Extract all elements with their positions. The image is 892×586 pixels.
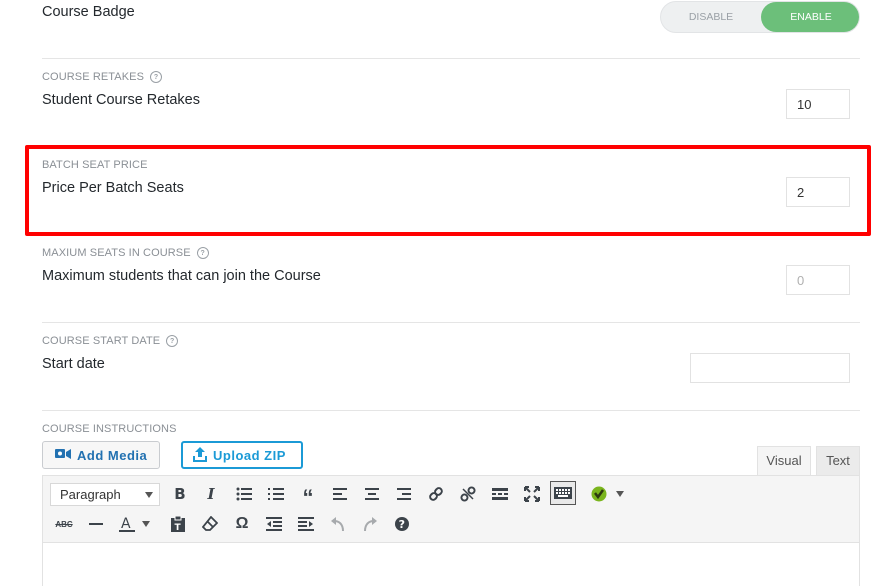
max-seats-row: MAXIUM SEATS IN COURSE? Maximum students… [42, 246, 860, 284]
indent-icon[interactable] [295, 513, 317, 535]
start-date-input[interactable] [690, 353, 850, 383]
course-instructions-row: COURSE INSTRUCTIONS [42, 422, 860, 436]
bold-icon[interactable]: B [169, 483, 191, 505]
add-media-button[interactable]: Add Media [42, 441, 160, 469]
blockquote-icon[interactable]: “ [297, 483, 319, 509]
align-left-icon[interactable] [329, 483, 351, 505]
editor-content[interactable] [43, 542, 859, 586]
italic-icon[interactable]: I [200, 483, 222, 505]
course-retakes-row: COURSE RETAKES? Student Course Retakes [42, 70, 860, 108]
toggle-disable[interactable]: DISABLE [661, 2, 761, 32]
horizontal-line-icon[interactable] [85, 513, 107, 535]
max-seats-input[interactable]: 0 [786, 265, 850, 295]
unlink-icon[interactable] [457, 483, 479, 505]
plugin-check-icon[interactable] [588, 483, 610, 505]
text-color-icon[interactable]: A [117, 513, 137, 535]
format-select-value: Paragraph [60, 487, 121, 502]
read-more-icon[interactable] [489, 483, 511, 505]
svg-text:T: T [175, 523, 182, 532]
upload-zip-button[interactable]: Upload ZIP [181, 441, 303, 469]
bullet-list-icon[interactable] [233, 483, 255, 505]
highlight-box [25, 145, 871, 236]
toolbar-toggle-icon[interactable] [550, 481, 576, 505]
divider [42, 58, 860, 59]
help-icon[interactable]: ? [150, 71, 163, 83]
chevron-down-icon[interactable] [139, 513, 153, 535]
upload-icon [193, 446, 207, 465]
help-icon[interactable]: ? [166, 335, 179, 347]
chevron-down-icon[interactable] [613, 483, 627, 505]
divider [42, 410, 860, 411]
course-instructions-label: COURSE INSTRUCTIONS [42, 423, 177, 435]
fullscreen-icon[interactable] [521, 483, 543, 505]
add-media-label: Add Media [77, 447, 148, 463]
course-retakes-input[interactable]: 10 [786, 89, 850, 119]
editor: Paragraph B I “ ABC A T Ω ? [42, 475, 860, 586]
align-center-icon[interactable] [361, 483, 383, 505]
tab-visual[interactable]: Visual [757, 446, 811, 475]
svg-text:?: ? [399, 518, 405, 531]
max-seats-label: MAXIUM SEATS IN COURSE [42, 247, 191, 259]
help-icon[interactable]: ? [196, 247, 209, 259]
max-seats-title: Maximum students that can join the Cours… [42, 268, 321, 284]
start-date-label: COURSE START DATE [42, 335, 161, 347]
course-badge-toggle[interactable]: DISABLE ENABLE [660, 1, 860, 33]
help-icon[interactable]: ? [391, 513, 413, 535]
redo-icon[interactable] [359, 513, 381, 535]
align-right-icon[interactable] [393, 483, 415, 505]
strikethrough-icon[interactable]: ABC [53, 513, 75, 535]
divider [42, 322, 860, 323]
upload-zip-label: Upload ZIP [213, 447, 286, 463]
course-retakes-title: Student Course Retakes [42, 92, 200, 108]
media-icon [55, 447, 71, 464]
format-select[interactable]: Paragraph [50, 483, 160, 506]
chevron-down-icon [145, 492, 153, 498]
toggle-enable[interactable]: ENABLE [761, 2, 859, 32]
tab-text[interactable]: Text [816, 446, 860, 475]
undo-icon[interactable] [327, 513, 349, 535]
numbered-list-icon[interactable] [265, 483, 287, 505]
outdent-icon[interactable] [263, 513, 285, 535]
clear-formatting-icon[interactable] [199, 513, 221, 535]
special-character-icon[interactable]: Ω [231, 513, 253, 535]
paste-text-icon[interactable]: T [167, 513, 189, 535]
course-retakes-label: COURSE RETAKES [42, 71, 145, 83]
svg-text:A: A [121, 516, 131, 532]
link-icon[interactable] [425, 483, 447, 505]
